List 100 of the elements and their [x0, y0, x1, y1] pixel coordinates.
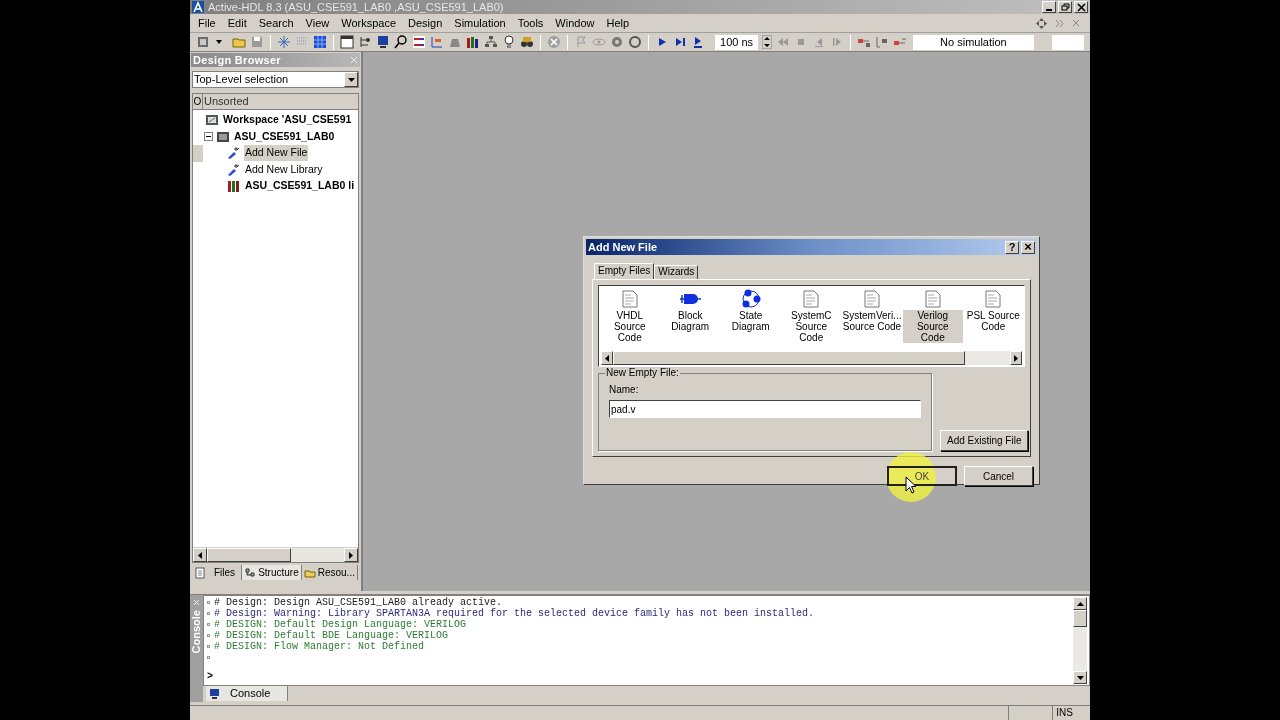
search-icon[interactable] [394, 35, 408, 49]
time-field[interactable]: 100 ns [715, 34, 759, 50]
panel-tab[interactable]: Files [192, 565, 243, 580]
document-icon [985, 290, 1002, 308]
file-type-item[interactable]: SystemVeri... Source Code [841, 310, 903, 332]
binoculars-icon[interactable] [520, 35, 534, 49]
status-field: No simulation [913, 34, 1034, 50]
menu-item[interactable]: View [299, 14, 336, 32]
books-icon[interactable] [466, 35, 480, 49]
scroll-thumb[interactable] [207, 548, 291, 562]
horizontal-scrollbar[interactable] [193, 547, 358, 562]
scroll-thumb[interactable] [1073, 610, 1087, 627]
file-type-item[interactable]: Block Diagram [670, 310, 711, 332]
workspace-icon [205, 113, 219, 128]
vertical-scrollbar[interactable] [1073, 597, 1087, 684]
document-icon [864, 290, 880, 308]
minimize-button[interactable] [1042, 1, 1056, 13]
stop-circle-icon[interactable] [547, 35, 561, 49]
step-icon[interactable] [673, 35, 687, 49]
sparkle-icon[interactable] [277, 35, 291, 49]
add-existing-file-button[interactable]: Add Existing File [940, 430, 1029, 451]
close-button[interactable] [1074, 1, 1088, 13]
tree-item[interactable]: Add New Library [244, 161, 324, 178]
wand-icon [227, 162, 241, 177]
menu-item[interactable]: File [192, 14, 222, 32]
name-field[interactable]: pad.v [609, 400, 921, 418]
menu-item[interactable]: Simulation [448, 14, 512, 32]
file-type-item[interactable]: State Diagram [730, 310, 771, 332]
convert-icon[interactable] [412, 35, 426, 49]
dialog-tab[interactable]: Empty Files [594, 263, 655, 279]
help-button[interactable]: ? [1005, 240, 1019, 254]
console-prompt[interactable]: > [207, 671, 213, 682]
column-header[interactable]: O [193, 94, 203, 109]
hierarchy-icon[interactable] [484, 35, 498, 49]
panel-tab[interactable]: Structure [242, 565, 302, 580]
restore-button[interactable] [1058, 1, 1072, 13]
arrow-right-icon[interactable] [1014, 354, 1018, 362]
menu-item[interactable]: Help [600, 14, 636, 32]
file-type-item[interactable]: SystemC Source Code [781, 310, 841, 343]
column-header[interactable]: Unsorted [203, 94, 358, 109]
console-tab[interactable]: Console [206, 686, 289, 701]
lightbulb-icon[interactable] [502, 35, 516, 49]
scroll-thumb[interactable] [613, 351, 965, 365]
menu-item[interactable]: Tools [511, 14, 550, 32]
arrow-down-icon[interactable] [1076, 675, 1084, 680]
menu-item[interactable]: Design [402, 14, 449, 32]
document-icon [803, 290, 820, 308]
document-icon [194, 566, 206, 579]
empty-field[interactable] [1051, 34, 1084, 50]
document-icon [621, 290, 638, 308]
mouse-cursor-icon [905, 476, 917, 494]
save-icon[interactable] [250, 35, 264, 49]
console-side-label: Console [190, 610, 204, 654]
dropdown[interactable]: Top-Level selection [192, 71, 359, 88]
arrow-left-icon[interactable] [198, 551, 202, 559]
tree-item[interactable]: ASU_CSE591_LAB0 [233, 128, 336, 145]
dialog-tab[interactable]: Wizards [654, 265, 699, 279]
tree-item[interactable]: Add New File [244, 145, 309, 162]
dialog-title: Add New File [588, 239, 658, 255]
block-diagram-icon [679, 292, 702, 306]
menu-item[interactable]: Workspace [335, 14, 403, 32]
menu-item[interactable]: Edit [221, 14, 253, 32]
spin-icon[interactable] [762, 35, 773, 49]
move-icon[interactable] [1036, 17, 1047, 29]
arrow-up-icon[interactable] [1076, 601, 1084, 606]
monitor-icon[interactable] [376, 35, 390, 49]
file-type-item[interactable]: PSL Source Code [965, 310, 1021, 332]
caret-icon[interactable] [347, 77, 355, 82]
grid-icon[interactable] [313, 35, 327, 49]
insert-mode-indicator: INS [1052, 706, 1076, 720]
restore-icon [1060, 2, 1070, 12]
tree-icon[interactable] [358, 35, 372, 49]
state-diagram-icon [739, 289, 762, 309]
books-icon [227, 179, 241, 194]
app-logo-icon [192, 1, 204, 13]
close-button[interactable]: × [1021, 240, 1035, 254]
play-until-icon[interactable] [691, 35, 705, 49]
expander[interactable] [204, 132, 213, 142]
ok-button[interactable]: OK [887, 466, 957, 486]
window-title: Active-HDL 8.3 (ASU_CSE591_LAB0 ,ASU_CSE591_LAB0) [208, 0, 504, 14]
signal-icon[interactable] [875, 35, 890, 49]
window-icon[interactable] [340, 35, 354, 49]
document-icon [924, 290, 941, 308]
file-type-item[interactable]: VHDL Source Code [600, 310, 660, 343]
wand-icon [227, 146, 241, 161]
close-icon [1076, 2, 1086, 12]
panel-tab[interactable]: Resou... [301, 565, 358, 580]
hierarchy-icon [244, 566, 257, 579]
chip-icon[interactable] [196, 35, 210, 49]
arrow-right-icon[interactable] [349, 551, 353, 559]
minimize-icon [1046, 8, 1052, 11]
arrow-left-icon[interactable] [605, 354, 609, 362]
tree-item[interactable]: ASU_CSE591_LAB0 li [244, 178, 356, 195]
horizontal-scrollbar[interactable] [601, 351, 1022, 365]
menu-item[interactable]: Search [252, 14, 300, 32]
file-type-item[interactable]: Verilog Source Code [903, 310, 963, 343]
cancel-button[interactable]: Cancel [964, 466, 1033, 486]
monitor-icon [209, 688, 220, 699]
menu-item[interactable]: Window [549, 14, 601, 32]
tree-item[interactable]: Workspace 'ASU_CSE591 [222, 112, 353, 129]
